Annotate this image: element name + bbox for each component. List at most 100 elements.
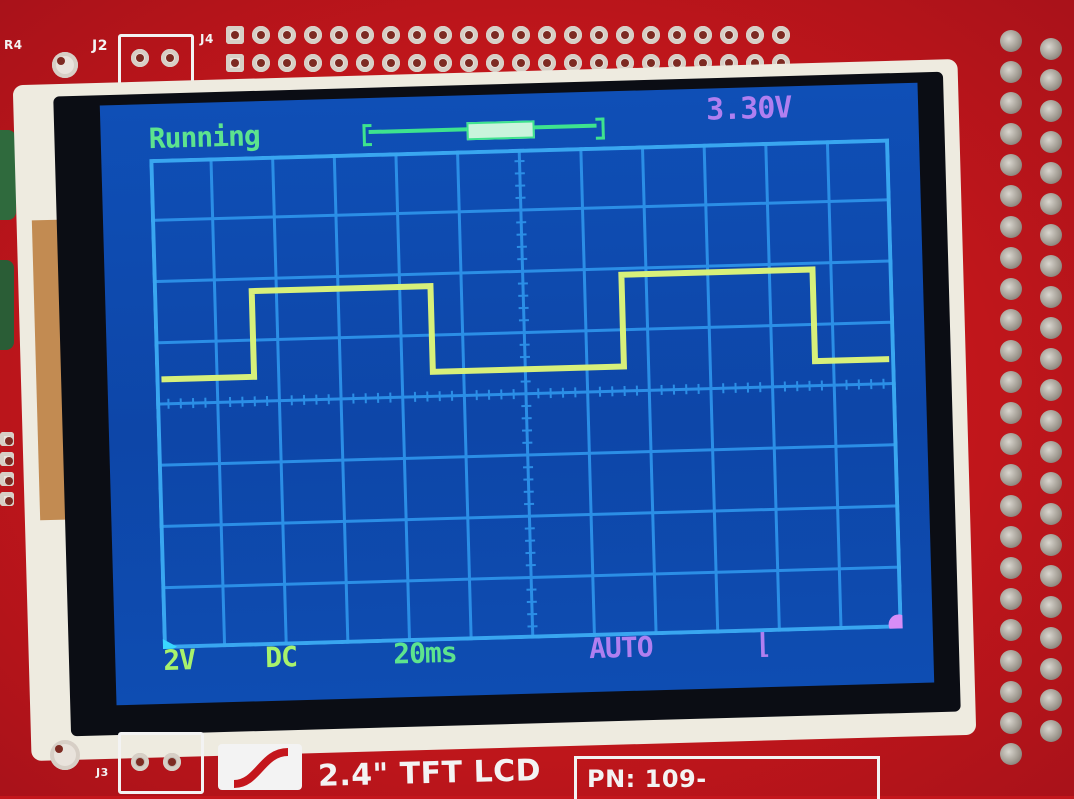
header-pin: [131, 753, 149, 771]
header-pin: [356, 26, 374, 44]
header-pin: [1040, 100, 1062, 122]
header-pin: [668, 26, 686, 44]
header-pin: [1040, 720, 1062, 742]
header-pin: [1040, 410, 1062, 432]
header-pin: [382, 54, 400, 72]
mounting-hole: [52, 52, 78, 78]
header-pin: [720, 26, 738, 44]
header-pin: [1000, 92, 1022, 114]
header-pin: [1040, 441, 1062, 463]
header-pin: [642, 26, 660, 44]
header-pin: [1040, 565, 1062, 587]
header-pin: [1000, 743, 1022, 765]
header-pin: [434, 26, 452, 44]
bracket-right: [595, 117, 605, 139]
header-pin: [0, 452, 14, 466]
coupling-mode: DC: [265, 640, 298, 674]
header-pin: [1000, 650, 1022, 672]
header-pin: [590, 26, 608, 44]
header-pin: [1000, 619, 1022, 641]
header-pin: [278, 54, 296, 72]
logo-mark: [218, 744, 302, 790]
header-pin: [304, 54, 322, 72]
header-pin: [161, 49, 179, 67]
silkscreen-r4: R4: [4, 38, 23, 52]
j2-connector: [118, 34, 194, 86]
header-pin: [382, 26, 400, 44]
header-pin: [1040, 224, 1062, 246]
header-pin: [1040, 348, 1062, 370]
silkscreen-j3: J3: [96, 766, 109, 779]
trigger-slope-icon: ⌊: [755, 627, 772, 660]
scope-graticule: [149, 139, 902, 649]
header-pin: [1000, 495, 1022, 517]
volts-per-div: 2V: [163, 643, 196, 677]
header-pin: [1040, 162, 1062, 184]
header-pin: [1000, 61, 1022, 83]
header-pin: [226, 26, 244, 44]
header-pin: [1040, 38, 1062, 60]
header-pin: [131, 49, 149, 67]
header-pin: [746, 26, 764, 44]
header-pin: [304, 26, 322, 44]
timebase: 20ms: [393, 636, 457, 671]
header-pin: [1040, 689, 1062, 711]
header-pin: [1000, 216, 1022, 238]
header-pin: [356, 54, 374, 72]
silkscreen-j4: J4: [200, 32, 214, 46]
header-pin: [1000, 402, 1022, 424]
header-pin: [1000, 681, 1022, 703]
header-pin: [486, 26, 504, 44]
header-pin: [1040, 255, 1062, 277]
header-pin: [460, 54, 478, 72]
header-pin: [1040, 503, 1062, 525]
header-pin: [1000, 371, 1022, 393]
header-pin: [1000, 309, 1022, 331]
part-number-box: PN: 109-: [574, 756, 880, 799]
capacitor: [0, 260, 14, 350]
header-pin: [0, 472, 14, 486]
header-pin: [1040, 193, 1062, 215]
header-pin: [1040, 658, 1062, 680]
j3-connector: [118, 732, 204, 794]
trigger-mode: AUTO: [589, 630, 653, 665]
header-pin: [0, 432, 14, 446]
header-pin: [226, 54, 244, 72]
header-pin: [1040, 286, 1062, 308]
status-text: Running: [148, 119, 260, 155]
silkscreen-lcd-title: 2.4" TFT LCD: [318, 753, 542, 794]
header-pin: [330, 54, 348, 72]
header-pin: [1040, 131, 1062, 153]
header-pin: [512, 54, 530, 72]
header-pin: [1000, 526, 1022, 548]
header-pin: [434, 54, 452, 72]
header-pin: [1000, 712, 1022, 734]
header-pin: [538, 26, 556, 44]
header-pin: [163, 753, 181, 771]
silkscreen-part-number: PN: 109-: [587, 765, 707, 793]
header-pin: [1000, 433, 1022, 455]
logo-icon: [218, 744, 302, 790]
header-pin: [252, 26, 270, 44]
header-pin: [486, 54, 504, 72]
bracket-left: [362, 124, 372, 146]
header-pin: [1040, 596, 1062, 618]
voltage-readout: 3.30V: [706, 90, 792, 127]
header-pin: [1040, 379, 1062, 401]
header-pin: [1000, 123, 1022, 145]
header-pin: [1000, 185, 1022, 207]
header-pin: [772, 26, 790, 44]
header-pin: [616, 26, 634, 44]
header-pin: [1040, 69, 1062, 91]
header-pin: [1040, 534, 1062, 556]
memory-position-bar: [362, 117, 604, 142]
header-pin: [408, 54, 426, 72]
header-pin: [330, 26, 348, 44]
header-pin: [694, 26, 712, 44]
header-pin: [1040, 472, 1062, 494]
trigger-marker-icon: [888, 614, 902, 635]
oscilloscope-screen: Running 3.30V 2V DC 20ms AUTO ⌊: [100, 83, 934, 706]
header-pin: [1000, 154, 1022, 176]
header-pin: [1000, 557, 1022, 579]
header-pin: [1040, 317, 1062, 339]
